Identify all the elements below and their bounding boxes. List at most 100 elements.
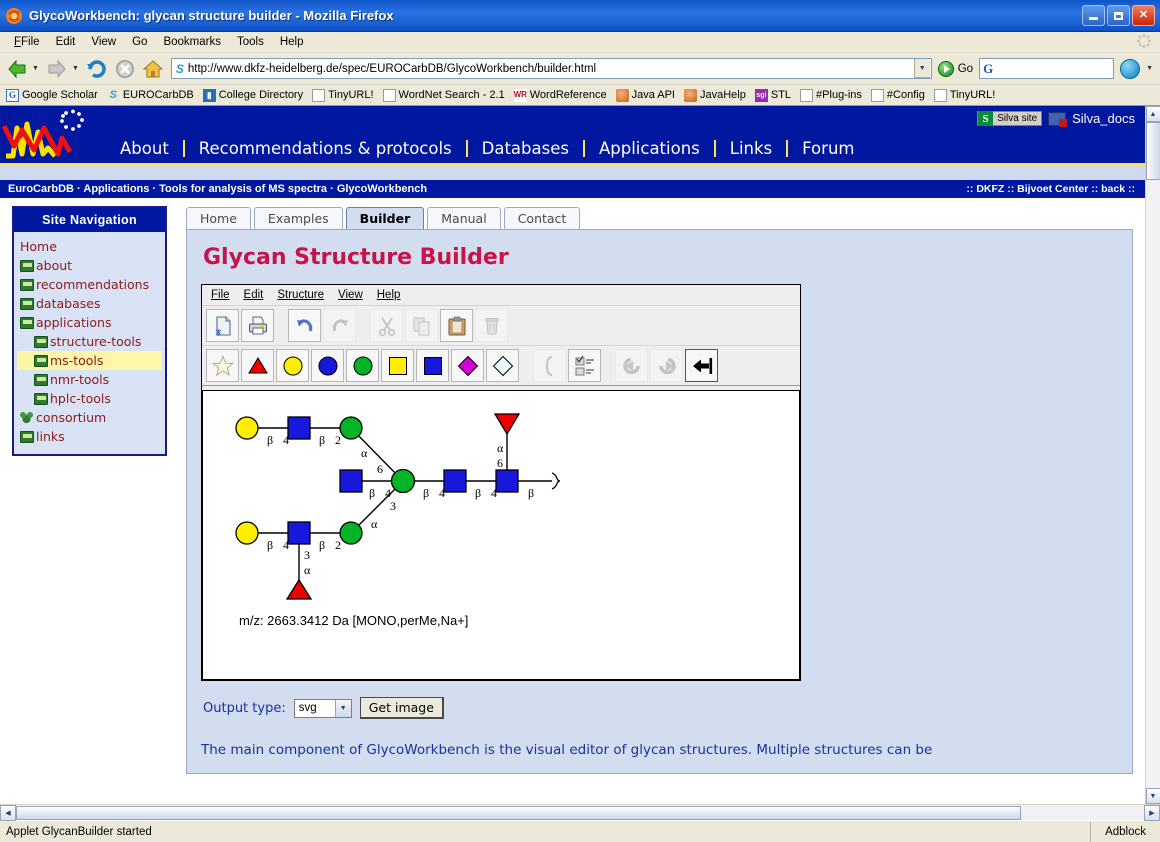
sidebar-item-applications[interactable]: applications xyxy=(17,313,162,332)
tab-home[interactable]: Home xyxy=(186,207,251,229)
forward-dropdown-arrow[interactable]: ▼ xyxy=(72,65,79,72)
bookmark-stl[interactable]: sgi STL xyxy=(754,88,791,102)
menu-file[interactable]: FFile xyxy=(6,34,48,50)
tab-examples[interactable]: Examples xyxy=(253,207,343,229)
tab-manual[interactable]: Manual xyxy=(427,207,501,229)
menu-go[interactable]: Go xyxy=(124,34,155,50)
maximize-button[interactable] xyxy=(1107,5,1130,26)
paste-icon[interactable] xyxy=(440,309,473,342)
mannose-green-circle[interactable] xyxy=(339,521,363,545)
scroll-down-button[interactable]: ▼ xyxy=(1145,788,1160,804)
applet-menu-help[interactable]: Help xyxy=(377,289,401,301)
eurocarbdb-logo[interactable] xyxy=(0,106,106,163)
breadcrumb-right-links[interactable]: :: DKFZ :: Bijvoet Center :: back :: xyxy=(966,183,1135,195)
galactose-yellow-circle[interactable] xyxy=(235,416,259,440)
site-nav-forum[interactable]: Forum xyxy=(788,139,868,158)
applet-menu-structure[interactable]: Structure xyxy=(277,289,324,301)
scroll-right-button[interactable]: ▶ xyxy=(1144,804,1160,821)
undo-icon[interactable] xyxy=(288,309,321,342)
scroll-up-button[interactable]: ▲ xyxy=(1145,106,1160,122)
scroll-left-button[interactable]: ◀ xyxy=(0,804,16,821)
bookmark-google-scholar[interactable]: G Google Scholar xyxy=(6,88,98,102)
page-vertical-scrollbar[interactable]: ▲ ▼ xyxy=(1145,106,1160,804)
site-nav-about[interactable]: About xyxy=(106,139,183,158)
url-dropdown-arrow[interactable]: ▼ xyxy=(913,59,930,78)
bookmark-config[interactable]: #Config xyxy=(870,88,925,102)
glcnac-blue-square[interactable] xyxy=(443,469,467,493)
reload-button[interactable] xyxy=(84,56,110,82)
sidebar-item-databases[interactable]: databases xyxy=(17,294,162,313)
search-input[interactable]: G xyxy=(979,58,1115,79)
minimize-button[interactable] xyxy=(1082,5,1105,26)
red-triangle-residue-icon[interactable] xyxy=(241,349,274,382)
close-button[interactable]: ✕ xyxy=(1132,5,1155,26)
menu-view[interactable]: View xyxy=(83,34,124,50)
bookmark-wordreference[interactable]: WR WordReference xyxy=(514,88,607,102)
tab-builder[interactable]: Builder xyxy=(345,207,425,229)
tab-contact[interactable]: Contact xyxy=(503,207,581,229)
properties-list-icon[interactable] xyxy=(568,349,601,382)
stop-button[interactable] xyxy=(112,56,138,82)
bookmark-javahelp[interactable]: JavaHelp xyxy=(684,88,746,102)
sidebar-item-hplc-tools[interactable]: hplc-tools xyxy=(17,389,162,408)
horizontal-scroll-thumb[interactable] xyxy=(16,805,1021,820)
forward-button[interactable] xyxy=(44,56,70,82)
sidebar-item-recommendations[interactable]: recommendations xyxy=(17,275,162,294)
bookmark-tinyurl-1[interactable]: TinyURL! xyxy=(312,88,374,102)
sidebar-item-about[interactable]: about xyxy=(17,256,162,275)
blue-square-residue-icon[interactable] xyxy=(416,349,449,382)
page-horizontal-scrollbar[interactable]: ◀ ▶ xyxy=(0,804,1160,821)
yellow-square-residue-icon[interactable] xyxy=(381,349,414,382)
glcnac-reducing-blue-square[interactable] xyxy=(495,469,519,493)
sidebar-item-nmr-tools[interactable]: nmr-tools xyxy=(17,370,162,389)
glcnac-blue-square[interactable] xyxy=(287,416,311,440)
sidebar-item-ms-tools[interactable]: ms-tools xyxy=(17,351,162,370)
site-nav-applications[interactable]: Applications xyxy=(585,139,714,158)
galactose-yellow-circle[interactable] xyxy=(235,521,259,545)
bisecting-glcnac-blue-square[interactable] xyxy=(339,469,363,493)
bookmark-plugins[interactable]: #Plug-ins xyxy=(800,88,862,102)
magenta-diamond-residue-icon[interactable] xyxy=(451,349,484,382)
bookmark-java-api[interactable]: Java API xyxy=(615,88,675,102)
go-button[interactable]: Go xyxy=(937,60,973,77)
sidebar-item-home[interactable]: Home xyxy=(17,237,162,256)
site-nav-recommendations[interactable]: Recommendations & protocols xyxy=(185,139,466,158)
yellow-circle-residue-icon[interactable] xyxy=(276,349,309,382)
url-bar[interactable]: S http://www.dkfz-heidelberg.de/spec/EUR… xyxy=(170,58,932,79)
silva-docs-link[interactable]: Silva_docs xyxy=(1072,111,1135,126)
toolbar-overflow-arrow[interactable]: ▼ xyxy=(1146,65,1153,72)
site-nav-links[interactable]: Links xyxy=(716,139,786,158)
menu-tools[interactable]: Tools xyxy=(229,34,272,50)
bookmark-wordnet-search[interactable]: WordNet Search - 2.1 xyxy=(382,88,505,102)
skype-toolbar-button[interactable] xyxy=(1116,56,1144,82)
menu-edit[interactable]: Edit xyxy=(48,34,84,50)
bookmark-college-directory[interactable]: ▮ College Directory xyxy=(202,88,303,102)
green-circle-residue-icon[interactable] xyxy=(346,349,379,382)
star-residue-icon[interactable] xyxy=(206,349,239,382)
get-image-button[interactable]: Get image xyxy=(359,697,444,719)
print-icon[interactable] xyxy=(241,309,274,342)
mannose-green-circle[interactable] xyxy=(339,416,363,440)
home-button[interactable] xyxy=(140,56,166,82)
fucose-red-triangle[interactable] xyxy=(493,413,521,436)
back-button[interactable] xyxy=(4,56,30,82)
menu-help[interactable]: Help xyxy=(272,34,312,50)
bookmark-tinyurl-2[interactable]: TinyURL! xyxy=(933,88,995,102)
structure-canvas[interactable]: β 4 β 2 α 6 β 4 3 α β 4 β 4 β α 6 β 4 β … xyxy=(202,390,800,680)
applet-menu-file[interactable]: File xyxy=(211,289,230,301)
bookmark-eurocarbdb[interactable]: S EUROCarbDB xyxy=(107,89,194,102)
sidebar-item-structure-tools[interactable]: structure-tools xyxy=(17,332,162,351)
adblock-status[interactable]: Adblock xyxy=(1090,821,1160,842)
vertical-scroll-track[interactable] xyxy=(1145,180,1160,788)
output-type-select[interactable]: svg ▼ xyxy=(293,698,352,718)
applet-menu-view[interactable]: View xyxy=(338,289,363,301)
sidebar-item-consortium[interactable]: consortium xyxy=(17,408,162,427)
menu-bookmarks[interactable]: Bookmarks xyxy=(155,34,229,50)
blue-circle-residue-icon[interactable] xyxy=(311,349,344,382)
white-diamond-residue-icon[interactable] xyxy=(486,349,519,382)
back-dropdown-arrow[interactable]: ▼ xyxy=(32,65,39,72)
glcnac-blue-square[interactable] xyxy=(287,521,311,545)
silva-site-badge[interactable]: S Silva site xyxy=(977,111,1043,126)
applet-menu-edit[interactable]: Edit xyxy=(244,289,264,301)
vertical-scroll-thumb[interactable] xyxy=(1145,122,1160,180)
